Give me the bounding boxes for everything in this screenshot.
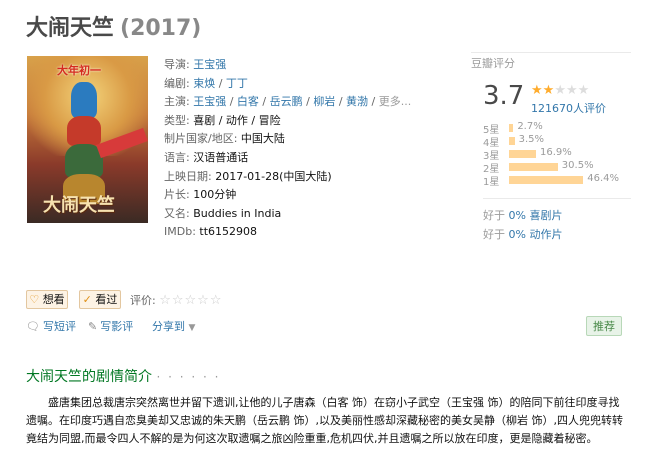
compare-line: 好于 0% 喜剧片: [483, 209, 563, 222]
summary-heading: 大闹天竺的剧情简介 · · · · · ·: [26, 369, 221, 385]
info-writer: 编剧: 束焕 / 丁丁: [164, 76, 248, 90]
page-title: 大闹天竺 (2017): [26, 10, 201, 42]
check-icon: ✓: [82, 293, 92, 306]
action-bar: ♡ 想看 ✓ 看过 评价: ☆☆☆☆☆: [26, 290, 626, 310]
movie-info: 导演: 王宝强 编剧: 束焕 / 丁丁 主演: 王宝强 / 白客 / 岳云鹏 /…: [164, 56, 454, 242]
star-icon: ★: [577, 83, 590, 98]
star-icon: ★: [531, 83, 543, 98]
rating-bar-row: 2星 30.5%: [483, 160, 631, 175]
summary-text: 盛唐集团总裁唐宗突然离世并留下遗训,让他的儿子唐森（白客 饰）在窃小子武空（王宝…: [26, 396, 623, 445]
info-runtime: 片长: 100分钟: [164, 188, 237, 202]
info-genre: 类型: 喜剧 / 动作 / 冒险: [164, 113, 281, 127]
write-review-link[interactable]: ✎ 写影评: [88, 318, 133, 334]
poster-tagline: 大年初一: [57, 64, 101, 77]
rating-bar-row: 1星 46.4%: [483, 173, 631, 188]
rating-bar-row: 4星 3.5%: [483, 134, 631, 149]
rating-bar: [509, 137, 515, 145]
writer-link[interactable]: 束焕: [193, 77, 215, 90]
rating-stars: ★★★★★: [531, 83, 589, 98]
info-country: 制片国家/地区: 中国大陆: [164, 132, 285, 146]
info-language: 语言: 汉语普通话: [164, 150, 249, 164]
movie-year: (2017): [120, 16, 202, 41]
rating-votes-link[interactable]: 121670人评价: [531, 100, 606, 116]
compare-link[interactable]: 0% 喜剧片: [509, 209, 563, 222]
info-release: 上映日期: 2017-01-28(中国大陆): [164, 169, 332, 183]
rating-bar: [509, 124, 514, 132]
rate-stars-input[interactable]: ☆☆☆☆☆: [159, 293, 222, 308]
want-button[interactable]: ♡ 想看: [26, 290, 68, 309]
star-icon: ★: [554, 83, 566, 98]
write-short-review-link[interactable]: 🗨 写短评: [26, 318, 76, 334]
info-aka: 又名: Buddies in India: [164, 206, 282, 220]
rating-distribution: 5星 2.7% 4星 3.5% 3星 16.9% 2星 30.5% 1星 46.4%: [483, 121, 631, 188]
review-links: 🗨 写短评 ✎ 写影评 分享到 ▼: [26, 318, 626, 338]
rating-compare: 好于 0% 喜剧片 好于 0% 动作片: [483, 198, 631, 245]
movie-title: 大闹天竺: [26, 16, 115, 41]
rating-bar: [509, 163, 558, 171]
cast-link[interactable]: 黄渤: [346, 95, 368, 108]
star-icon: ★: [565, 83, 578, 98]
cast-link[interactable]: 岳云鹏: [270, 95, 303, 108]
poster-logo: 大闹天竺: [43, 195, 115, 216]
rating-bar-label: 1星: [483, 177, 500, 188]
comment-icon: 🗨: [26, 320, 40, 333]
plus-icon: ♡: [29, 293, 40, 306]
writer-link[interactable]: 丁丁: [226, 77, 248, 90]
info-cast: 主演: 王宝强 / 白客 / 岳云鹏 / 柳岩 / 黄渤 / 更多...: [164, 95, 412, 109]
share-dropdown[interactable]: 分享到 ▼: [152, 318, 195, 334]
rating-bar-row: 3星 16.9%: [483, 147, 631, 162]
rating-bar-pct: 30.5%: [561, 160, 594, 171]
cast-link[interactable]: 柳岩: [313, 95, 335, 108]
rating-score: 3.7: [483, 81, 525, 111]
recommend-button[interactable]: 推荐: [586, 316, 622, 336]
cast-link[interactable]: 王宝强: [193, 95, 226, 108]
rating-panel: 豆瓣评分 3.7 ★★★★★ 121670人评价 5星 2.7% 4星 3.5% 3星 1…: [471, 52, 631, 245]
info-director: 导演: 王宝强: [164, 58, 227, 71]
chevron-down-icon: ▼: [188, 323, 196, 333]
cast-more-link[interactable]: 更多...: [379, 95, 412, 108]
compare-line: 好于 0% 动作片: [483, 228, 563, 241]
pencil-icon: ✎: [88, 320, 98, 333]
rating-bar-pct: 3.5%: [518, 134, 544, 145]
user-rating: 评价: ☆☆☆☆☆: [130, 293, 223, 308]
compare-link[interactable]: 0% 动作片: [509, 228, 563, 241]
rating-bar: [509, 176, 584, 184]
rating-bar-pct: 46.4%: [587, 173, 620, 184]
director-link[interactable]: 王宝强: [193, 58, 226, 71]
seen-button[interactable]: ✓ 看过: [79, 290, 121, 309]
rating-bar-row: 5星 2.7%: [483, 121, 631, 136]
rating-bar-pct: 2.7%: [517, 121, 543, 132]
info-imdb: IMDb: tt6152908: [164, 225, 258, 239]
movie-poster[interactable]: 大年初一 大闹天竺: [27, 56, 148, 223]
rating-bar-pct: 16.9%: [540, 147, 572, 158]
rating-header: 豆瓣评分: [471, 52, 631, 71]
star-icon: ★: [542, 83, 555, 98]
cast-link[interactable]: 白客: [237, 95, 259, 108]
rating-bar: [509, 150, 537, 158]
